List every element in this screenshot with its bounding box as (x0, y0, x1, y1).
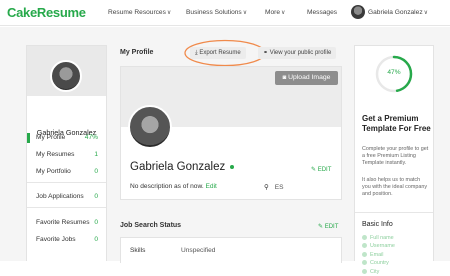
checklist-item: City (362, 268, 395, 276)
skills-value: Unspecified (181, 247, 216, 254)
profile-edit-button[interactable]: ✎ EDIT (311, 166, 331, 173)
edit-label: EDIT (317, 167, 332, 173)
description-text: No description as of now. (130, 183, 204, 190)
sidebar-item-value: 0 (94, 193, 98, 200)
view-public-label: View your public profile (269, 50, 332, 56)
active-indicator (27, 133, 30, 143)
check-icon (362, 268, 367, 274)
checklist-item: Email (362, 251, 395, 259)
nav-messages[interactable]: Messages (307, 9, 337, 16)
top-navbar: CakeResume Resume Resources∨ Business So… (0, 0, 450, 26)
upload-label: Upload Image (288, 74, 331, 81)
cakeresume-logo[interactable]: CakeResume (7, 5, 86, 20)
chevron-down-icon: ∨ (423, 10, 429, 16)
basic-info-checklist: Full name Username Email Country City (362, 234, 395, 276)
sidebar-item-value: 0 (94, 236, 98, 243)
nav-label: Resume Resources (108, 9, 166, 16)
chevron-down-icon: ∨ (242, 10, 248, 16)
chevron-down-icon: ∨ (281, 10, 286, 16)
premium-text-2: It also helps us to match you with the i… (362, 177, 428, 197)
sidebar-item-label: Favorite Jobs (36, 236, 76, 243)
user-avatar[interactable] (351, 5, 365, 19)
profile-description: No description as of now. Edit (130, 183, 217, 190)
location-pin-icon: ⚲ (264, 184, 269, 191)
sidebar-item-job-applications[interactable]: Job Applications 0 (36, 193, 98, 200)
profile-avatar[interactable] (128, 105, 172, 149)
checklist-item: Username (362, 242, 395, 250)
sidebar-item-favorite-jobs[interactable]: Favorite Jobs 0 (36, 236, 98, 243)
sidebar-item-label: My Profile (36, 134, 66, 141)
nav-resume-resources[interactable]: Resume Resources∨ (108, 9, 171, 16)
checklist-item: Full name (362, 234, 395, 242)
sidebar-avatar[interactable] (50, 60, 82, 92)
edit-label: EDIT (324, 224, 339, 230)
description-edit-link[interactable]: Edit (206, 183, 217, 190)
location-text: ES (274, 184, 284, 191)
user-name: Gabriela Gonzalez (368, 9, 423, 16)
sidebar-item-favorite-resumes[interactable]: Favorite Resumes 0 (36, 219, 98, 226)
chevron-down-icon: ∨ (166, 10, 172, 16)
online-status-dot (230, 164, 235, 169)
profile-name: Gabriela Gonzalez (130, 161, 235, 173)
sidebar-item-label: Job Applications (36, 193, 84, 200)
user-menu[interactable]: Gabriela Gonzalez∨ (368, 9, 428, 16)
checklist-label: Full name (370, 235, 394, 241)
premium-title: Get a Premium Template For Free (362, 114, 431, 133)
upload-image-button[interactable]: ◙ Upload Image (275, 71, 338, 85)
link-icon: ⚭ (263, 50, 269, 56)
check-icon (362, 260, 367, 266)
profile-card: ◙ Upload Image Gabriela Gonzalez ✎ EDIT … (120, 66, 342, 200)
checklist-label: Email (370, 251, 384, 258)
progress-percent: 47% (387, 69, 401, 76)
sidebar-item-label: Favorite Resumes (36, 219, 90, 226)
profile-name-text: Gabriela Gonzalez (130, 161, 226, 173)
page-body: Gabriela Gonzalez My Profile 47% My Resum… (0, 27, 450, 275)
sidebar-item-my-resumes[interactable]: My Resumes 1 (36, 151, 98, 158)
camera-icon: ◙ (282, 75, 287, 81)
job-search-edit-button[interactable]: ✎ EDIT (318, 223, 338, 230)
premium-card: 47% Get a Premium Template For Free Comp… (354, 45, 434, 275)
checklist-label: Country (370, 260, 389, 267)
divider (27, 207, 106, 208)
sidebar-item-my-portfolio[interactable]: My Portfolio 0 (36, 168, 98, 175)
check-icon (362, 243, 367, 249)
divider (27, 182, 106, 183)
sidebar-item-value: 0 (94, 168, 98, 175)
highlight-ellipse (184, 39, 266, 67)
sidebar-item-value: 0 (94, 219, 98, 226)
sidebar-item-label: My Resumes (36, 151, 75, 158)
sidebar-item-value: 47% (84, 134, 98, 141)
divider (355, 212, 433, 213)
nav-label: Business Solutions (186, 9, 242, 16)
sidebar-item-label: My Portfolio (36, 168, 71, 175)
pencil-icon: ✎ (311, 167, 317, 173)
nav-label: More (265, 9, 281, 16)
checklist-label: Username (370, 243, 395, 250)
checklist-label: City (370, 268, 380, 275)
job-search-card: Skills Unspecified (120, 237, 342, 263)
pencil-icon: ✎ (318, 224, 324, 230)
check-icon (362, 251, 367, 257)
sidebar-item-my-profile[interactable]: My Profile 47% (36, 134, 98, 141)
profile-location: ⚲ ES (264, 183, 283, 191)
basic-info-title: Basic Info (362, 221, 393, 228)
premium-text-1: Complete your profile to get a free Prem… (362, 146, 429, 166)
view-public-profile-button[interactable]: ⚭ View your public profile (258, 47, 337, 59)
nav-more[interactable]: More∨ (265, 9, 285, 16)
nav-business-solutions[interactable]: Business Solutions∨ (186, 9, 247, 16)
check-icon (362, 235, 367, 241)
sidebar-item-value: 1 (94, 151, 98, 158)
page-title: My Profile (120, 49, 154, 56)
skills-label: Skills (130, 247, 146, 254)
job-search-title: Job Search Status (120, 222, 182, 229)
checklist-item: Country (362, 259, 395, 267)
